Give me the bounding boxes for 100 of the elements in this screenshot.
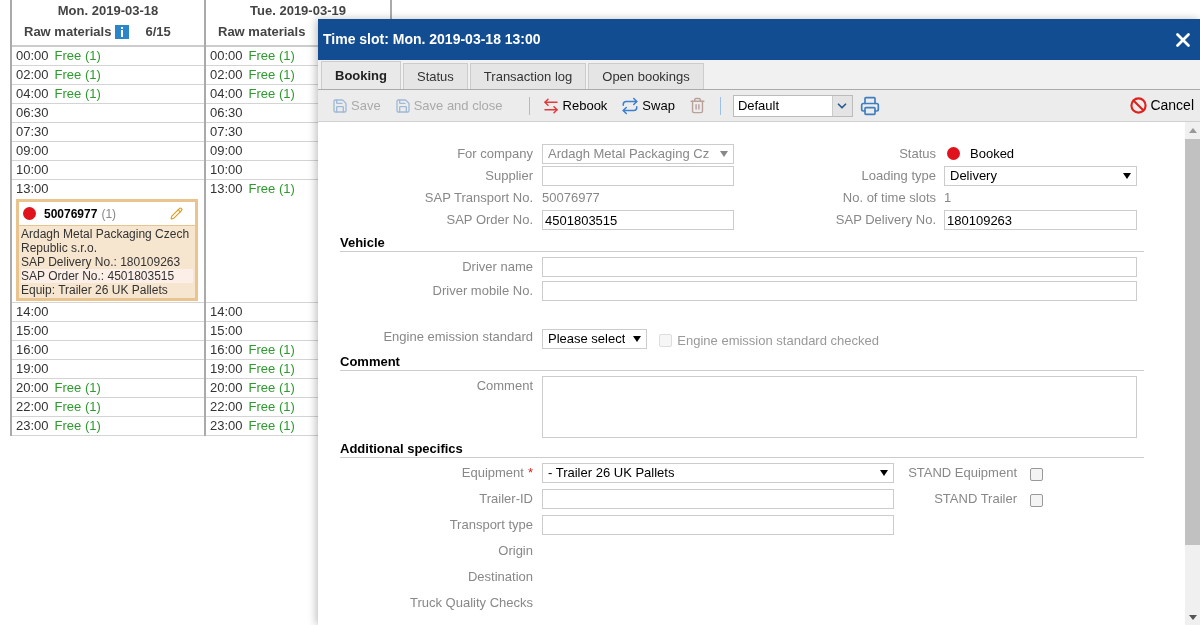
booking-card[interactable]: 50076977 (1) Ardagh Metal Packaging Czech Republic s.r.o. SAP Delivery No.: 180109263 SAP Order No.: 4501803515 Equip: Trailer 26 UK Pallets xyxy=(16,199,198,301)
slot-time: 06:30 xyxy=(16,104,49,122)
slot-time: 00:00 xyxy=(16,47,49,65)
field-label: Supplier xyxy=(485,168,533,183)
slot-time: 22:00 xyxy=(16,398,49,416)
text-field[interactable]: 180109263 xyxy=(944,210,1137,230)
tab[interactable]: Status xyxy=(403,63,468,89)
save-icon xyxy=(394,97,411,114)
dropdown-field[interactable]: Delivery xyxy=(944,166,1137,186)
slot-availability[interactable]: Free (1) xyxy=(248,360,295,378)
slot-availability[interactable]: Free (1) xyxy=(54,85,101,103)
slot-availability[interactable]: Free (1) xyxy=(248,47,295,65)
slot-availability[interactable]: Free (1) xyxy=(248,85,295,103)
field-label: Engine emission standard xyxy=(383,329,533,344)
slot-time: 09:00 xyxy=(16,142,49,160)
scroll-up-icon[interactable] xyxy=(1188,128,1197,133)
slot-availability[interactable]: Free (1) xyxy=(248,379,295,397)
slot-time: 22:00 xyxy=(210,398,243,416)
slot-time: 19:00 xyxy=(210,360,243,378)
checkbox[interactable] xyxy=(1030,467,1043,481)
slot-availability[interactable]: Free (1) xyxy=(248,417,295,435)
field-label: Transport type xyxy=(449,517,533,532)
field-label: SAP Order No. xyxy=(446,212,533,227)
slot-time: 14:00 xyxy=(210,303,243,321)
slot-time: 04:00 xyxy=(210,85,243,103)
scrollbar[interactable] xyxy=(1185,122,1200,625)
caret-icon xyxy=(720,151,728,157)
slot-availability[interactable]: Free (1) xyxy=(54,47,101,65)
view-select[interactable]: Default xyxy=(732,94,853,117)
field-label: Truck Quality Checks xyxy=(409,595,533,610)
slot-availability[interactable]: Free (1) xyxy=(54,379,101,397)
field-value: 50076977 xyxy=(542,189,600,207)
toolbar-button[interactable]: Rebook xyxy=(541,95,608,116)
slot-time: 07:30 xyxy=(16,123,49,141)
slot-time: 10:00 xyxy=(16,161,49,179)
category-label: Raw materials xyxy=(24,23,112,41)
field-label: SAP Delivery No. xyxy=(835,212,936,227)
slot-time: 13:00 xyxy=(16,180,49,198)
booking-detail: SAP Order No.: 4501803515 xyxy=(21,269,193,283)
field-label: Comment xyxy=(476,378,533,393)
trash-icon xyxy=(688,97,706,114)
slot-availability[interactable]: Free (1) xyxy=(248,180,295,198)
swap-arrows-icon xyxy=(621,96,640,115)
booking-count: (1) xyxy=(101,206,117,221)
checkbox-label: Engine emission standard checked xyxy=(677,332,879,350)
tab[interactable]: Open bookings xyxy=(588,63,704,89)
section-heading: Vehicle xyxy=(340,234,1144,252)
slot-time: 15:00 xyxy=(16,322,49,340)
slot-time: 06:30 xyxy=(210,104,243,122)
edit-icon[interactable] xyxy=(170,207,183,220)
booking-number: 50076977 xyxy=(44,206,98,221)
field-label: For company xyxy=(457,146,533,161)
field-label: STAND Trailer xyxy=(934,491,1017,506)
dropdown-field[interactable]: - Trailer 26 UK Pallets xyxy=(542,463,894,483)
slot-availability[interactable]: Free (1) xyxy=(54,66,101,84)
slot-time: 09:00 xyxy=(210,142,243,160)
category-label: Raw materials xyxy=(218,23,306,41)
text-field[interactable] xyxy=(542,257,1137,277)
text-field[interactable] xyxy=(542,489,894,509)
field-label: SAP Transport No. xyxy=(424,190,533,205)
info-icon[interactable] xyxy=(115,24,130,39)
slot-time: 04:00 xyxy=(16,85,49,103)
slot-time: 13:00 xyxy=(210,180,243,198)
slot-time: 23:00 xyxy=(210,417,243,435)
slot-time: 02:00 xyxy=(16,66,49,84)
slot-time: 00:00 xyxy=(210,47,243,65)
tab[interactable]: Transaction log xyxy=(469,63,587,89)
slot-time: 10:00 xyxy=(210,161,243,179)
slot-availability[interactable]: Free (1) xyxy=(54,417,101,435)
print-icon[interactable] xyxy=(859,95,880,116)
caret-icon xyxy=(633,335,642,342)
slot-availability[interactable]: Free (1) xyxy=(248,66,295,84)
field-label: Destination xyxy=(467,569,533,584)
field-label: Trailer-ID xyxy=(479,491,533,506)
slot-availability[interactable]: Free (1) xyxy=(248,398,295,416)
day-header: Tue. 2019-03-19 xyxy=(250,3,346,18)
booking-count: 6/15 xyxy=(145,23,171,41)
field-label: STAND Equipment xyxy=(908,465,1017,480)
slot-availability[interactable]: Free (1) xyxy=(54,398,101,416)
field-value: 1 xyxy=(944,189,952,207)
field-label: Driver mobile No. xyxy=(432,283,533,298)
slot-time: 20:00 xyxy=(16,379,49,397)
text-field[interactable] xyxy=(542,281,1137,301)
slot-time: 14:00 xyxy=(16,303,49,321)
text-field[interactable] xyxy=(542,515,894,535)
checkbox[interactable] xyxy=(1030,493,1043,507)
dropdown-field[interactable]: Please select xyxy=(542,328,648,349)
cancel-button[interactable]: Cancel xyxy=(1130,95,1194,116)
slot-time: 23:00 xyxy=(16,417,49,435)
tab[interactable]: Booking xyxy=(321,61,401,89)
slot-time: 02:00 xyxy=(210,66,243,84)
scroll-down-icon[interactable] xyxy=(1188,615,1197,620)
toolbar-button[interactable]: Swap xyxy=(621,95,675,116)
slot-time: 16:00 xyxy=(16,341,49,359)
field-label: Loading type xyxy=(861,168,936,183)
caret-icon xyxy=(880,470,888,476)
slot-availability[interactable]: Free (1) xyxy=(248,341,295,359)
text-field[interactable] xyxy=(542,166,734,186)
comment-field[interactable] xyxy=(542,376,1137,438)
text-field[interactable]: 4501803515 xyxy=(542,210,734,230)
